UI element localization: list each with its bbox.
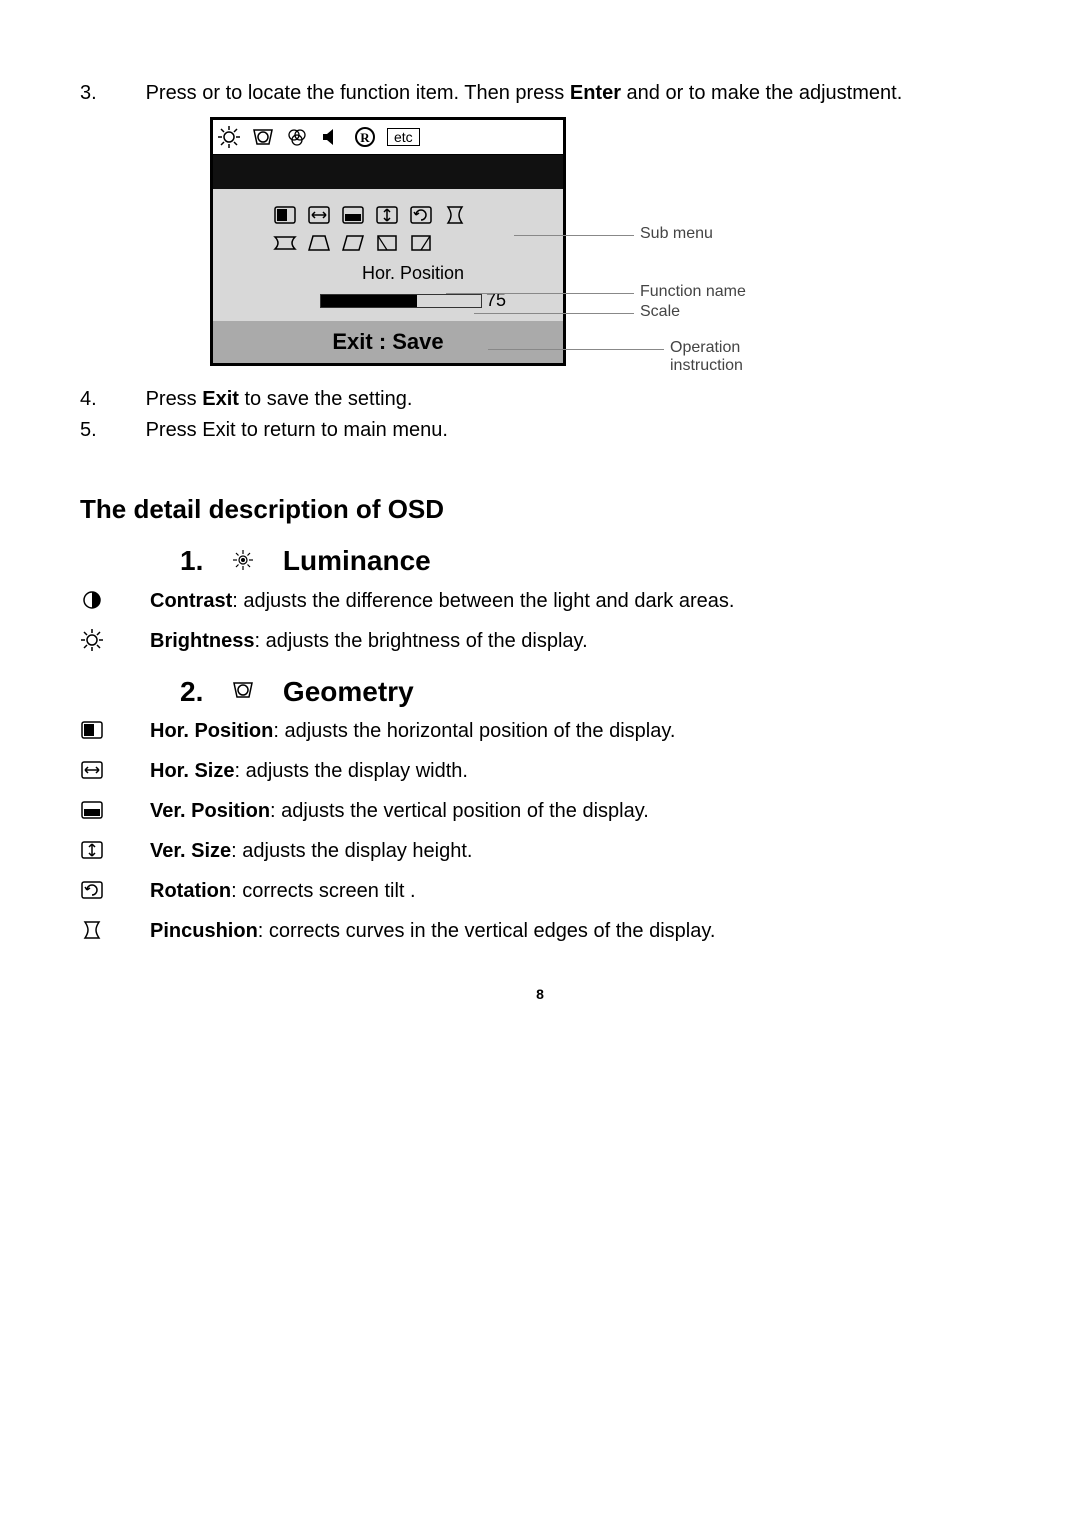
sub-pincushion-icon xyxy=(443,203,469,225)
vsize-icon xyxy=(80,836,150,860)
step-3-enter: Enter xyxy=(570,82,621,104)
section-2-num: 2. xyxy=(180,676,203,707)
callout-submenu: Sub menu xyxy=(640,225,713,243)
luminance-icon xyxy=(231,548,261,578)
item-vpos: Ver. Position: adjusts the vertical posi… xyxy=(80,796,1000,826)
step-3-num: 3. xyxy=(80,80,140,107)
vpos-label: Ver. Position xyxy=(150,800,270,822)
pincushion-desc: : corrects curves in the vertical edges … xyxy=(258,920,716,942)
item-contrast: Contrast: adjusts the difference between… xyxy=(80,586,1000,616)
submenu-row-2 xyxy=(273,231,553,253)
step-4-text-a: Press xyxy=(146,388,203,410)
item-hpos: Hor. Position: adjusts the horizontal po… xyxy=(80,716,1000,746)
callout-op2: instruction xyxy=(670,357,743,375)
sub-trap4-icon xyxy=(409,231,435,253)
callout-op1: Operation xyxy=(670,339,740,357)
function-name-label: Hor. Position xyxy=(273,263,553,284)
sub-rotate-icon xyxy=(409,203,435,225)
section-1-head: 1. Luminance xyxy=(180,545,1000,578)
sub-vsize-icon xyxy=(375,203,401,225)
hsize-icon xyxy=(80,756,150,780)
brightness-label: Brightness xyxy=(150,630,254,652)
tab-geometry-icon xyxy=(251,125,275,149)
hpos-label: Hor. Position xyxy=(150,720,273,742)
sub-trap3-icon xyxy=(375,231,401,253)
hsize-desc: : adjusts the display width. xyxy=(234,760,467,782)
scale-bar xyxy=(320,294,482,308)
vpos-icon xyxy=(80,796,150,820)
contrast-label: Contrast xyxy=(150,590,232,612)
item-hsize: Hor. Size: adjusts the display width. xyxy=(80,756,1000,786)
section-2-title: Geometry xyxy=(283,676,414,707)
geometry-icon xyxy=(231,678,261,708)
contrast-icon xyxy=(80,586,150,612)
item-rotation: Rotation: corrects screen tilt . xyxy=(80,876,1000,906)
brightness-icon xyxy=(80,626,150,652)
section-1-num: 1. xyxy=(180,545,203,576)
exit-save-label: Exit : Save xyxy=(213,321,563,363)
rotation-label: Rotation xyxy=(150,880,231,902)
vsize-desc: : adjusts the display height. xyxy=(231,840,472,862)
detail-header: The detail description of OSD xyxy=(80,494,1000,525)
section-2-head: 2. Geometry xyxy=(180,676,1000,709)
item-pincushion: Pincushion: corrects curves in the verti… xyxy=(80,916,1000,946)
osd-body: Hor. Position 75 xyxy=(213,189,563,321)
rotation-icon xyxy=(80,876,150,900)
tab-color-icon xyxy=(285,125,309,149)
callout-fnname: Function name xyxy=(640,283,746,301)
sub-vpos-icon xyxy=(341,203,367,225)
step-5-num: 5. xyxy=(80,417,140,444)
osd-top-tabs: etc xyxy=(213,120,563,155)
step-5-text: Press Exit to return to main menu. xyxy=(146,417,976,444)
tab-recall-icon xyxy=(353,125,377,149)
step-4: 4. Press Exit to save the setting. xyxy=(80,386,1000,413)
sub-par-icon xyxy=(341,231,367,253)
item-brightness: Brightness: adjusts the brightness of th… xyxy=(80,626,1000,656)
rotation-desc: : corrects screen tilt . xyxy=(231,880,416,902)
tab-brightness-icon xyxy=(217,125,241,149)
contrast-desc: : adjusts the difference between the lig… xyxy=(232,590,734,612)
osd-panel: etc Hor. Position 75 xyxy=(210,117,566,366)
section-1-title: Luminance xyxy=(283,545,431,576)
osd-dark-strip xyxy=(213,155,563,189)
item-vsize: Ver. Size: adjusts the display height. xyxy=(80,836,1000,866)
sub-hsize-icon xyxy=(307,203,333,225)
submenu-row-1 xyxy=(273,203,553,225)
page-number: 8 xyxy=(80,986,1000,1002)
pincushion-icon xyxy=(80,916,150,940)
tab-etc: etc xyxy=(387,128,420,146)
hsize-label: Hor. Size xyxy=(150,760,234,782)
vsize-label: Ver. Size xyxy=(150,840,231,862)
step-3-text-a: Press or to locate the function item. Th… xyxy=(146,82,570,104)
step-3: 3. Press or to locate the function item.… xyxy=(80,80,1000,107)
pincushion-label: Pincushion xyxy=(150,920,258,942)
step-4-num: 4. xyxy=(80,386,140,413)
vpos-desc: : adjusts the vertical position of the d… xyxy=(270,800,649,822)
osd-figure: etc Hor. Position 75 xyxy=(210,117,850,366)
sub-trap2-icon xyxy=(307,231,333,253)
sub-hpos-icon xyxy=(273,203,299,225)
step-4-text-b: to save the setting. xyxy=(239,388,412,410)
step-4-exit: Exit xyxy=(202,388,239,410)
sub-trap1-icon xyxy=(273,231,299,253)
hpos-desc: : adjusts the horizontal position of the… xyxy=(273,720,675,742)
callout-scale: Scale xyxy=(640,303,680,321)
step-3-text-b: and or to make the adjustment. xyxy=(621,82,902,104)
hpos-icon xyxy=(80,716,150,740)
brightness-desc: : adjusts the brightness of the display. xyxy=(254,630,587,652)
tab-speaker-icon xyxy=(319,125,343,149)
step-5: 5. Press Exit to return to main menu. xyxy=(80,417,1000,444)
